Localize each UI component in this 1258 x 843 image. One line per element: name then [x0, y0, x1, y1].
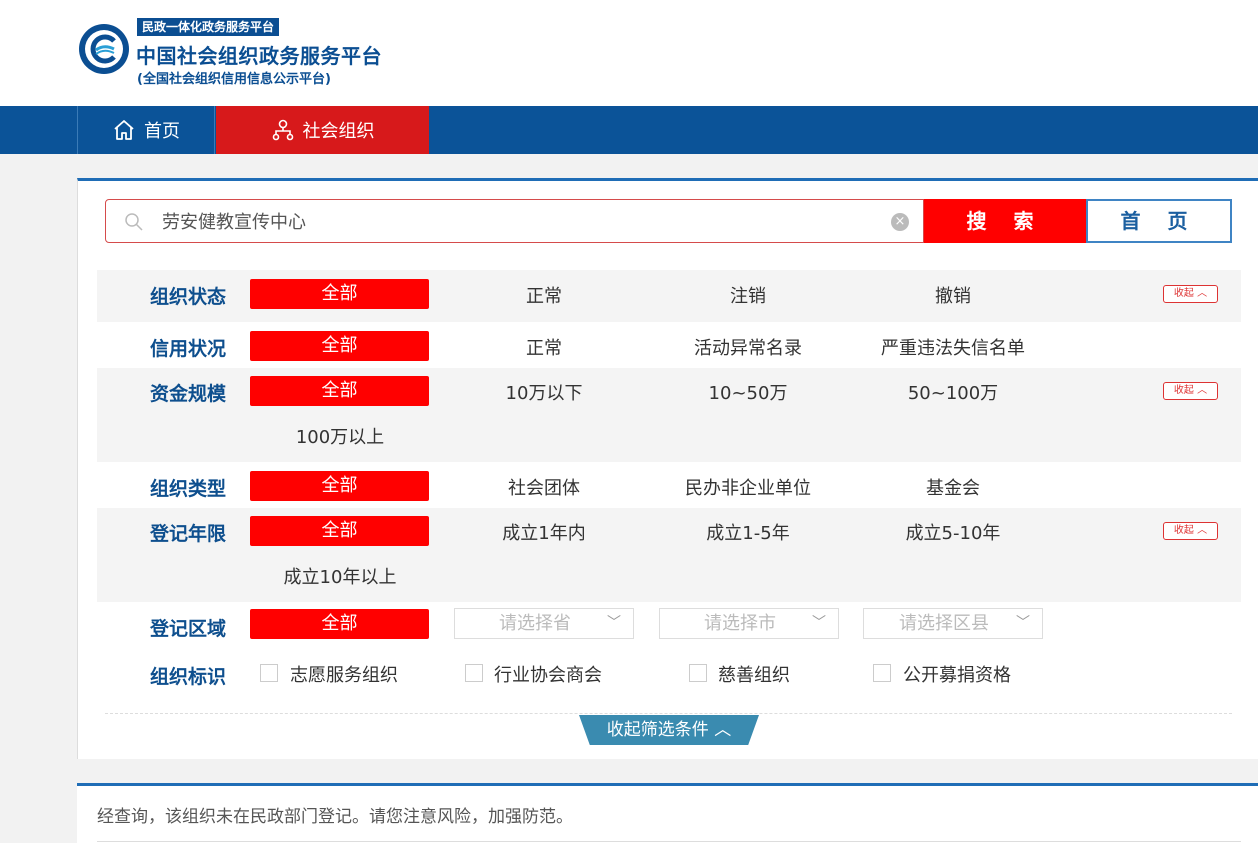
home-icon [114, 120, 134, 140]
collapse-label: 收起 [1173, 385, 1194, 396]
home-button[interactable]: 首 页 [1086, 199, 1232, 243]
chevron-down-icon: ﹀ [607, 615, 621, 631]
main-nav: 首页 社会组织 [0, 106, 1258, 154]
filter-label-credit: 信用状况 [150, 338, 227, 360]
filter-label-marks: 组织标识 [150, 666, 227, 688]
result-divider [97, 841, 1241, 842]
nav-home[interactable]: 首页 [77, 106, 215, 154]
industry-assoc-label: 行业协会商会 [494, 665, 602, 686]
collapse-years-button[interactable]: 收起 ︿ [1163, 522, 1218, 540]
collapse-capital-button[interactable]: 收起 ︿ [1163, 382, 1218, 400]
logo-emblem-icon [79, 24, 129, 74]
chevron-up-icon: ︿ [1197, 385, 1208, 396]
district-placeholder: 请选择区县 [899, 613, 989, 634]
province-select[interactable]: 请选择省 ﹀ [454, 608, 634, 639]
search-button[interactable]: 搜 索 [924, 199, 1086, 243]
filter-region-all[interactable]: 全部 [250, 609, 429, 639]
filter-credit-option[interactable]: 活动异常名录 [658, 334, 838, 360]
filter-label-type: 组织类型 [150, 478, 227, 500]
filter-capital-all[interactable]: 全部 [250, 376, 429, 406]
city-select[interactable]: 请选择市 ﹀ [659, 608, 839, 639]
chevron-up-icon: ︿ [1197, 525, 1208, 536]
filter-years-option[interactable]: 成立1年内 [454, 519, 634, 545]
collapse-label: 收起 [1173, 525, 1194, 536]
site-header: 民政一体化政务服务平台 中国社会组织政务服务平台 (全国社会组织信用信息公示平台… [0, 0, 1258, 106]
volunteer-org-checkbox[interactable] [260, 664, 278, 682]
filter-status-all[interactable]: 全部 [250, 279, 429, 309]
clear-icon[interactable]: × [891, 213, 909, 231]
district-select[interactable]: 请选择区县 ﹀ [863, 608, 1043, 639]
search-input[interactable] [162, 208, 882, 234]
filter-status-option[interactable]: 撤销 [863, 282, 1043, 308]
volunteer-org-label: 志愿服务组织 [290, 665, 398, 686]
filter-type-option[interactable]: 民办非企业单位 [658, 474, 838, 500]
filter-years-option[interactable]: 成立1-5年 [658, 519, 838, 545]
filter-capital-option[interactable]: 10~50万 [658, 379, 838, 405]
filter-status-option[interactable]: 注销 [658, 282, 838, 308]
public-fundraising-checkbox[interactable] [873, 664, 891, 682]
nav-social-org-label: 社会组织 [302, 121, 375, 142]
city-placeholder: 请选择市 [704, 613, 776, 634]
filter-credit-option[interactable]: 严重违法失信名单 [863, 334, 1043, 360]
platform-badge: 民政一体化政务服务平台 [137, 18, 280, 36]
search-icon [125, 213, 143, 231]
filter-status-option[interactable]: 正常 [454, 282, 634, 308]
filter-label-capital: 资金规模 [150, 383, 227, 405]
filter-capital-option[interactable]: 10万以下 [454, 379, 634, 405]
nav-social-org[interactable]: 社会组织 [216, 106, 429, 154]
chevron-down-icon: ﹀ [1016, 615, 1030, 631]
charity-org-label: 慈善组织 [718, 665, 790, 686]
result-message: 经查询，该组织未在民政部门登记。请您注意风险，加强防范。 [97, 807, 573, 827]
filter-years-option[interactable]: 成立5-10年 [863, 519, 1043, 545]
collapse-label: 收起 [1173, 288, 1194, 299]
chevron-up-icon: ︿ [714, 720, 732, 740]
filter-type-all[interactable]: 全部 [250, 471, 429, 501]
filter-years-all[interactable]: 全部 [250, 516, 429, 546]
collapse-filters-label: 收起筛选条件 [606, 720, 709, 740]
search-box: × [105, 199, 924, 243]
site-subtitle: (全国社会组织信用信息公示平台) [137, 72, 331, 87]
industry-assoc-checkbox[interactable] [465, 664, 483, 682]
org-tree-icon [272, 119, 293, 141]
filter-years-option[interactable]: 成立10年以上 [250, 563, 430, 589]
collapse-status-button[interactable]: 收起 ︿ [1163, 285, 1218, 303]
filter-capital-option[interactable]: 50~100万 [863, 379, 1043, 405]
filter-credit-all[interactable]: 全部 [250, 331, 429, 361]
site-title: 中国社会组织政务服务平台 [136, 44, 382, 68]
filter-type-option[interactable]: 社会团体 [454, 474, 634, 500]
nav-home-label: 首页 [144, 121, 180, 142]
filter-label-years: 登记年限 [150, 523, 227, 545]
chevron-down-icon: ﹀ [812, 615, 826, 631]
collapse-filters-toggle[interactable]: 收起筛选条件 ︿ [579, 715, 759, 745]
filter-capital-option[interactable]: 100万以上 [250, 423, 430, 449]
filter-label-status: 组织状态 [150, 286, 227, 308]
charity-org-checkbox[interactable] [689, 664, 707, 682]
public-fundraising-label: 公开募捐资格 [903, 665, 1011, 686]
filter-label-region: 登记区域 [150, 618, 227, 640]
filter-panel [77, 178, 1258, 759]
filter-divider [105, 713, 1232, 714]
chevron-up-icon: ︿ [1197, 288, 1208, 299]
province-placeholder: 请选择省 [499, 613, 571, 634]
filter-credit-option[interactable]: 正常 [454, 334, 634, 360]
filter-type-option[interactable]: 基金会 [863, 474, 1043, 500]
